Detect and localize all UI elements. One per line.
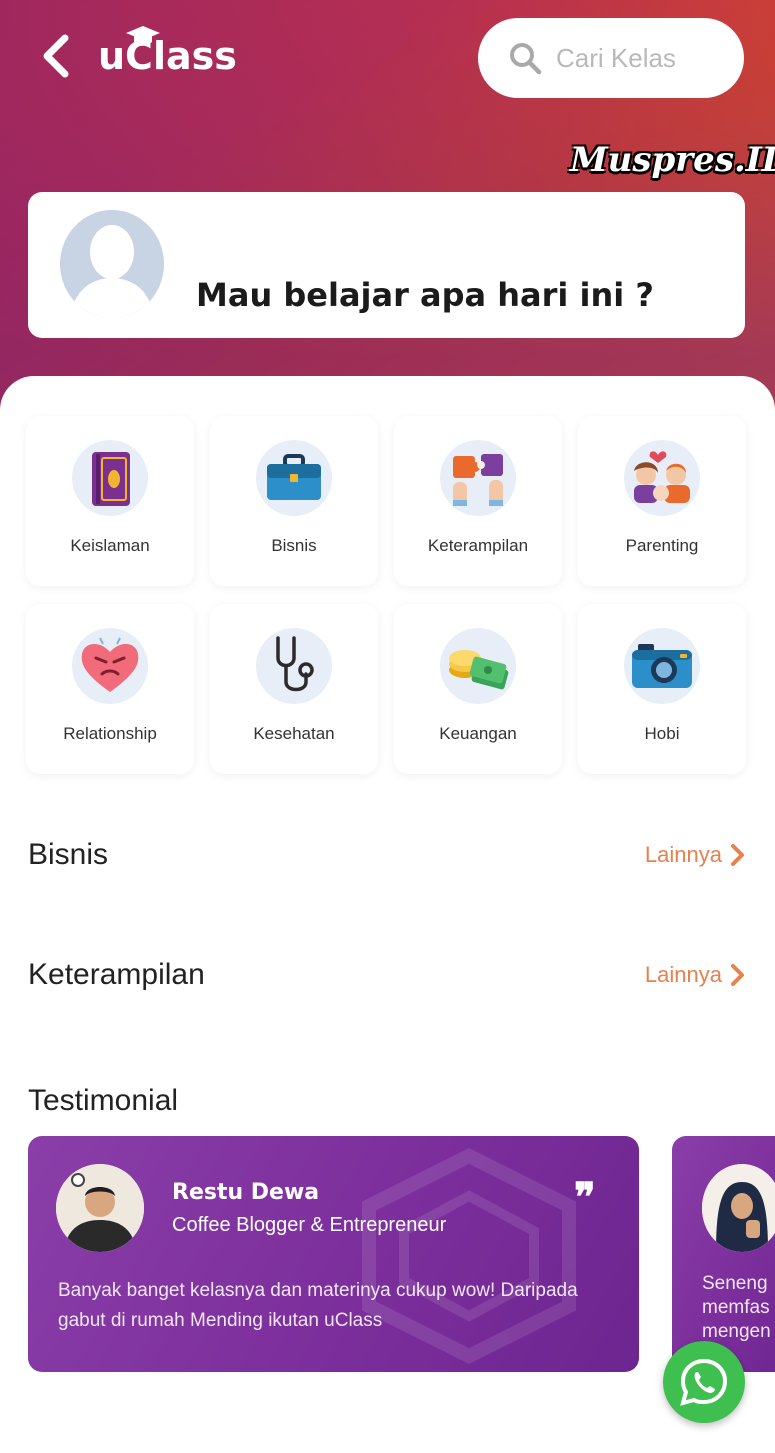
money-stack-icon xyxy=(440,628,516,704)
chevron-left-icon xyxy=(43,34,69,78)
search-icon xyxy=(510,43,542,75)
section-bisnis: Bisnis Lainnya xyxy=(28,838,746,872)
testimonial-avatar xyxy=(702,1164,775,1252)
testimonial-title: Testimonial xyxy=(28,1084,179,1117)
avatar[interactable] xyxy=(60,210,164,318)
category-label: Keuangan xyxy=(439,724,517,743)
more-link-label: Lainnya xyxy=(644,842,722,867)
main-content: Keislaman Bisnis Keterampilan Parenting … xyxy=(0,376,775,1453)
logo-text: uClass xyxy=(98,34,237,78)
more-link-keterampilan[interactable]: Lainnya xyxy=(645,962,746,988)
category-hobi[interactable]: Hobi xyxy=(578,604,746,774)
category-label: Keterampilan xyxy=(427,536,529,555)
puzzle-hands-icon xyxy=(440,440,516,516)
category-keuangan[interactable]: Keuangan xyxy=(394,604,562,774)
testimonial-text-line: Seneng xyxy=(702,1273,768,1294)
category-kesehatan[interactable]: Kesehatan xyxy=(210,604,378,774)
testimonial-text: Seneng memfas mengen xyxy=(702,1272,775,1344)
watermark: Muspres.ID xyxy=(570,140,775,180)
quran-book-icon xyxy=(72,440,148,516)
category-bisnis[interactable]: Bisnis xyxy=(210,416,378,586)
testimonial-text-line: mengen xyxy=(702,1321,771,1342)
greeting-card: Mau belajar apa hari ini ? xyxy=(28,192,745,338)
category-label: Keislaman xyxy=(70,536,150,555)
graduation-cap-icon xyxy=(126,26,160,43)
user-silhouette-icon xyxy=(70,225,154,318)
camera-icon xyxy=(624,628,700,704)
quote-icon: ❞ xyxy=(574,1174,596,1221)
family-icon xyxy=(624,440,700,516)
chevron-right-icon xyxy=(731,964,744,986)
testimonial-avatar xyxy=(56,1164,144,1252)
back-button[interactable] xyxy=(34,32,78,80)
briefcase-icon xyxy=(256,440,332,516)
category-label: Bisnis xyxy=(271,536,317,555)
category-label: Hobi xyxy=(644,724,680,743)
category-label: Relationship xyxy=(63,724,157,743)
category-relationship[interactable]: Relationship xyxy=(26,604,194,774)
heart-face-icon xyxy=(72,628,148,704)
chevron-right-icon xyxy=(731,844,744,866)
whatsapp-icon xyxy=(680,1358,728,1406)
category-label: Parenting xyxy=(625,536,699,555)
section-keterampilan: Keterampilan Lainnya xyxy=(28,958,746,992)
testimonial-text-line: memfas xyxy=(702,1297,770,1318)
search-placeholder: Cari Kelas xyxy=(556,42,676,73)
testimonial-role: Coffee Blogger & Entrepreneur xyxy=(172,1214,447,1236)
top-bar: uClass Cari Kelas xyxy=(0,0,775,120)
category-keterampilan[interactable]: Keterampilan xyxy=(394,416,562,586)
testimonial-text: Banyak banget kelasnya dan materinya cuk… xyxy=(58,1280,578,1331)
category-parenting[interactable]: Parenting xyxy=(578,416,746,586)
uclass-logo: uClass xyxy=(98,24,237,84)
search-input[interactable]: Cari Kelas xyxy=(478,18,744,98)
testimonial-card[interactable]: Restu Dewa Coffee Blogger & Entrepreneur… xyxy=(28,1136,639,1372)
more-link-label: Lainnya xyxy=(644,962,722,987)
greeting-text: Mau belajar apa hari ini ? xyxy=(196,276,654,314)
stethoscope-icon xyxy=(256,628,332,704)
section-title: Bisnis xyxy=(28,838,109,871)
testimonial-card[interactable]: Seneng memfas mengen xyxy=(672,1136,775,1372)
category-keislaman[interactable]: Keislaman xyxy=(26,416,194,586)
testimonial-name: Restu Dewa xyxy=(172,1180,320,1205)
category-label: Kesehatan xyxy=(253,724,335,743)
whatsapp-button[interactable] xyxy=(663,1341,745,1423)
more-link-bisnis[interactable]: Lainnya xyxy=(645,842,746,868)
section-title: Keterampilan xyxy=(28,958,205,991)
